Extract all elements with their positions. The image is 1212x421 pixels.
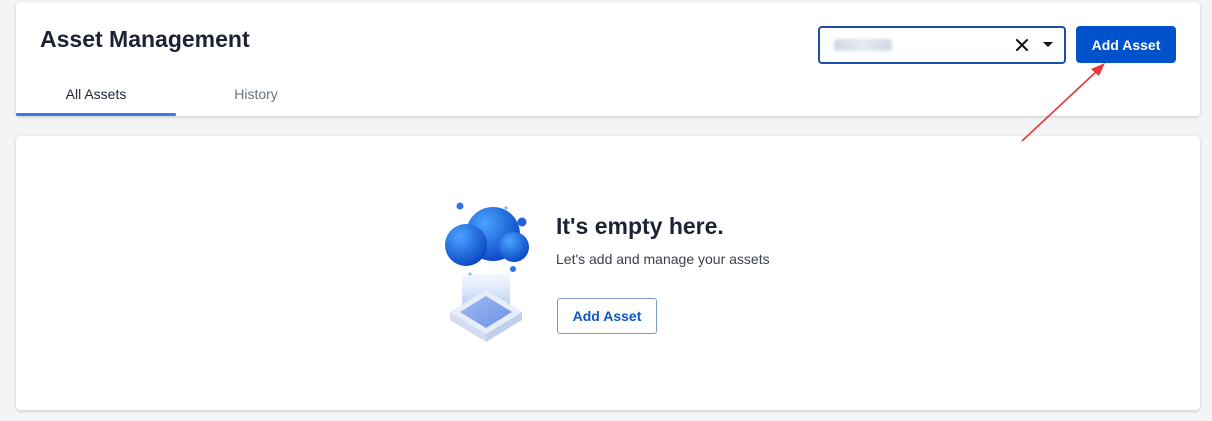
cloud-illustration-icon bbox=[445, 202, 529, 342]
empty-state-subtitle: Let's add and manage your assets bbox=[556, 251, 770, 267]
tab-bar: All Assets History bbox=[16, 72, 336, 116]
caret-down-icon[interactable] bbox=[1038, 35, 1058, 55]
tab-all-assets[interactable]: All Assets bbox=[16, 72, 176, 116]
empty-state-add-asset-button[interactable]: Add Asset bbox=[557, 298, 657, 334]
redacted-select-value bbox=[834, 39, 892, 51]
add-asset-button[interactable]: Add Asset bbox=[1076, 26, 1176, 63]
page-title: Asset Management bbox=[40, 26, 250, 52]
tab-history[interactable]: History bbox=[176, 72, 336, 116]
empty-state-card: It's empty here. Let's add and manage yo… bbox=[16, 136, 1200, 410]
close-icon[interactable] bbox=[1012, 35, 1032, 55]
asset-select-input[interactable] bbox=[818, 26, 1066, 64]
empty-state-title: It's empty here. bbox=[556, 213, 724, 239]
header-card: Asset Management All Assets History Add … bbox=[16, 2, 1200, 116]
